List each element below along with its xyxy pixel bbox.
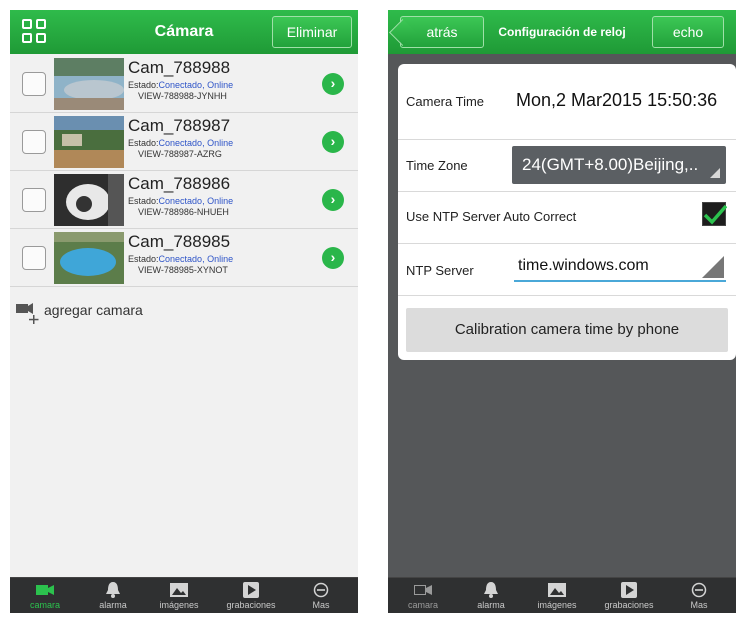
camera-row[interactable]: Cam_788988 Estado:Conectado, Online VIEW… — [10, 55, 358, 113]
chevron-right-icon[interactable]: › — [322, 131, 344, 153]
grid-menu-icon[interactable] — [22, 19, 48, 45]
ntp-server-value: time.windows.com — [518, 257, 649, 274]
chevron-right-icon[interactable]: › — [322, 73, 344, 95]
chevron-right-icon[interactable]: › — [322, 189, 344, 211]
back-button[interactable]: atrás — [400, 16, 484, 48]
camera-status: Estado:Conectado, Online — [128, 254, 233, 264]
done-button[interactable]: echo — [652, 16, 724, 48]
bell-icon — [106, 582, 120, 598]
play-icon — [243, 582, 259, 598]
status-prefix: Estado: — [128, 196, 159, 206]
tab-alarma[interactable]: alarma — [82, 578, 144, 613]
top-bar: Cámara Eliminar — [10, 10, 358, 54]
camera-name: Cam_788987 — [128, 116, 231, 135]
camera-uid: VIEW-788986-NHUEH — [138, 207, 229, 217]
camera-time-value: Mon,2 Mar2015 15:50:36 — [516, 90, 718, 110]
time-zone-value: 24(GMT+8.00)Beijing,.. — [522, 155, 699, 174]
delete-button[interactable]: Eliminar — [272, 16, 352, 48]
camera-uid: VIEW-788988-JYNHH — [138, 91, 227, 101]
camera-row[interactable]: Cam_788985 Estado:Conectado, Online VIEW… — [10, 229, 358, 287]
camera-name: Cam_788985 — [128, 232, 231, 251]
camera-uid: VIEW-788987-AZRG — [138, 149, 222, 159]
camera-thumbnail — [54, 58, 124, 110]
tab-mas[interactable]: Mas — [290, 578, 352, 613]
ntp-server-row: NTP Server time.windows.com — [398, 244, 736, 296]
tab-label: camara — [29, 600, 60, 610]
tab-label: camara — [407, 600, 438, 610]
select-checkbox[interactable] — [22, 246, 46, 270]
tab-imagenes[interactable]: imágenes — [148, 578, 210, 613]
calibrate-time-button[interactable]: Calibration camera time by phone — [406, 308, 728, 352]
time-zone-label: Time Zone — [406, 158, 468, 173]
tab-camara[interactable]: camara — [392, 578, 454, 613]
tab-alarma[interactable]: alarma — [460, 578, 522, 613]
more-icon — [313, 582, 329, 598]
camera-status: Estado:Conectado, Online — [128, 138, 233, 148]
select-checkbox[interactable] — [22, 72, 46, 96]
tab-label: grabaciones — [226, 600, 276, 610]
ntp-server-label: NTP Server — [406, 263, 474, 278]
camera-thumbnail — [54, 116, 124, 168]
chevron-right-icon[interactable]: › — [322, 247, 344, 269]
tab-label: imágenes — [537, 600, 577, 610]
time-zone-select[interactable]: 24(GMT+8.00)Beijing,.. — [512, 146, 726, 184]
tab-camara[interactable]: camara — [14, 578, 76, 613]
camera-name: Cam_788986 — [128, 174, 231, 193]
settings-card: Camera Time Mon,2 Mar2015 15:50:36 Time … — [398, 64, 736, 360]
tab-label: Mas — [312, 600, 330, 610]
camera-time-label: Camera Time — [406, 94, 485, 109]
time-zone-row: Time Zone 24(GMT+8.00)Beijing,.. — [398, 140, 736, 192]
image-icon — [548, 583, 566, 597]
tab-imagenes[interactable]: imágenes — [526, 578, 588, 613]
ntp-server-input[interactable]: time.windows.com — [514, 254, 726, 282]
camera-list-screen: Cámara Eliminar Cam_788988 Estado:Conect… — [10, 10, 358, 613]
checkmark-icon — [703, 204, 728, 225]
status-value: Conectado, Online — [158, 80, 234, 90]
tab-label: grabaciones — [604, 600, 654, 610]
camera-thumbnail — [54, 232, 124, 284]
status-value: Conectado, Online — [158, 138, 234, 148]
dropdown-icon — [702, 256, 724, 278]
ntp-auto-label: Use NTP Server Auto Correct — [406, 209, 577, 224]
tab-label: alarma — [477, 600, 505, 610]
add-camera-button[interactable]: agregar camara — [16, 298, 216, 328]
more-icon — [691, 582, 707, 598]
ntp-auto-checkbox[interactable] — [702, 202, 728, 226]
image-icon — [170, 583, 188, 597]
status-value: Conectado, Online — [158, 196, 234, 206]
top-bar: atrás Configuración de reloj echo — [388, 10, 736, 54]
status-value: Conectado, Online — [158, 254, 234, 264]
tab-grabaciones[interactable]: grabaciones — [220, 578, 282, 613]
camera-name: Cam_788988 — [128, 58, 231, 77]
select-checkbox[interactable] — [22, 130, 46, 154]
tab-bar: camara alarma imágenes grabaciones Mas — [10, 577, 358, 613]
camera-time-row: Camera Time Mon,2 Mar2015 15:50:36 — [398, 64, 736, 140]
status-prefix: Estado: — [128, 254, 159, 264]
select-checkbox[interactable] — [22, 188, 46, 212]
camera-status: Estado:Conectado, Online — [128, 196, 233, 206]
tab-bar: camara alarma imágenes grabaciones Mas — [388, 577, 736, 613]
dropdown-icon — [710, 168, 720, 178]
status-prefix: Estado: — [128, 80, 159, 90]
camera-row[interactable]: Cam_788987 Estado:Conectado, Online VIEW… — [10, 113, 358, 171]
tab-grabaciones[interactable]: grabaciones — [598, 578, 660, 613]
ntp-auto-row: Use NTP Server Auto Correct — [398, 192, 736, 244]
clock-settings-screen: atrás Configuración de reloj echo Camera… — [388, 10, 736, 613]
camera-uid: VIEW-788985-XYNOT — [138, 265, 228, 275]
camera-status: Estado:Conectado, Online — [128, 80, 233, 90]
tab-mas[interactable]: Mas — [668, 578, 730, 613]
status-prefix: Estado: — [128, 138, 159, 148]
video-camera-icon — [36, 585, 54, 595]
camera-thumbnail — [54, 174, 124, 226]
add-camera-label: agregar camara — [44, 302, 143, 318]
tab-label: imágenes — [159, 600, 199, 610]
play-icon — [621, 582, 637, 598]
back-label: atrás — [426, 24, 458, 40]
tab-label: alarma — [99, 600, 127, 610]
add-camera-icon — [16, 303, 39, 324]
video-camera-icon — [414, 585, 432, 595]
bell-icon — [484, 582, 498, 598]
tab-label: Mas — [690, 600, 708, 610]
camera-row[interactable]: Cam_788986 Estado:Conectado, Online VIEW… — [10, 171, 358, 229]
